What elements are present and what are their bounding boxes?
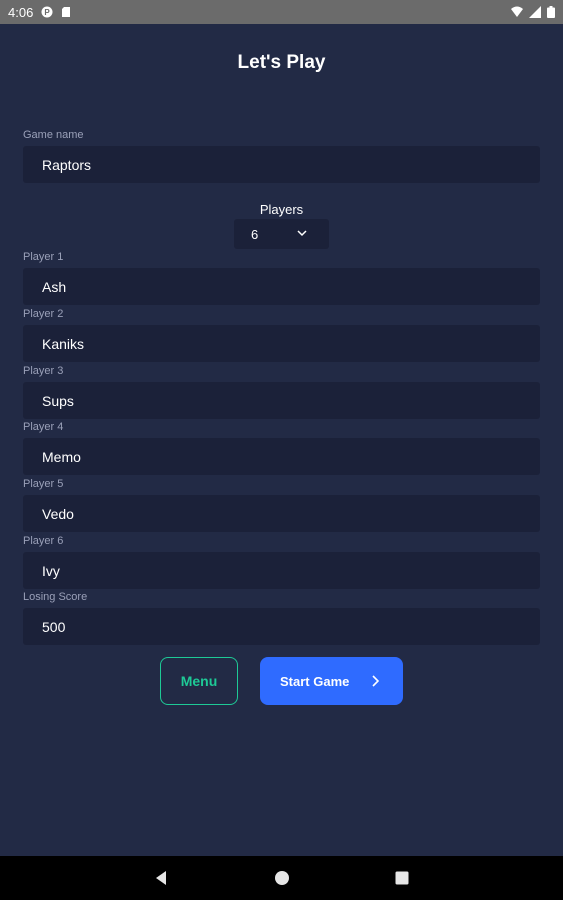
game-name-input[interactable]: Raptors bbox=[23, 146, 540, 183]
players-label: Players bbox=[259, 202, 304, 217]
player-3-label: Player 3 bbox=[23, 365, 64, 377]
menu-button[interactable]: Menu bbox=[160, 657, 238, 705]
player-4-input[interactable]: Memo bbox=[23, 438, 540, 475]
battery-icon bbox=[547, 6, 555, 18]
player-6-input[interactable]: Ivy bbox=[23, 552, 540, 589]
privacy-icon: P bbox=[41, 6, 53, 18]
player-1-label: Player 1 bbox=[23, 251, 64, 263]
player-2-input[interactable]: Kaniks bbox=[23, 325, 540, 362]
chevron-down-icon bbox=[297, 230, 307, 237]
player-4-label: Player 4 bbox=[23, 421, 64, 433]
sd-card-icon bbox=[62, 7, 71, 17]
back-icon[interactable] bbox=[153, 870, 169, 886]
wifi-icon bbox=[511, 6, 523, 17]
player-2-label: Player 2 bbox=[23, 308, 64, 320]
start-game-button[interactable]: Start Game bbox=[260, 657, 403, 705]
chevron-right-icon bbox=[372, 675, 379, 687]
player-1-input[interactable]: Ash bbox=[23, 268, 540, 305]
status-bar: 4:06 P bbox=[0, 0, 563, 24]
navigation-bar bbox=[0, 856, 563, 900]
signal-icon bbox=[529, 6, 541, 18]
start-game-button-label: Start Game bbox=[280, 673, 350, 689]
menu-button-label: Menu bbox=[180, 673, 218, 689]
players-selected-value: 6 bbox=[251, 226, 259, 242]
player-3-input[interactable]: Sups bbox=[23, 382, 540, 419]
home-icon[interactable] bbox=[274, 870, 290, 886]
player-5-label: Player 5 bbox=[23, 478, 64, 490]
game-name-label: Game name bbox=[23, 129, 84, 141]
player-5-input[interactable]: Vedo bbox=[23, 495, 540, 532]
losing-score-label: Losing Score bbox=[23, 591, 88, 603]
page-title: Let's Play bbox=[237, 52, 326, 73]
status-time: 4:06 bbox=[8, 4, 34, 20]
recents-icon[interactable] bbox=[394, 870, 410, 886]
svg-text:P: P bbox=[45, 8, 51, 17]
players-select[interactable]: 6 bbox=[234, 219, 329, 249]
losing-score-input[interactable]: 500 bbox=[23, 608, 540, 645]
player-6-label: Player 6 bbox=[23, 535, 64, 547]
